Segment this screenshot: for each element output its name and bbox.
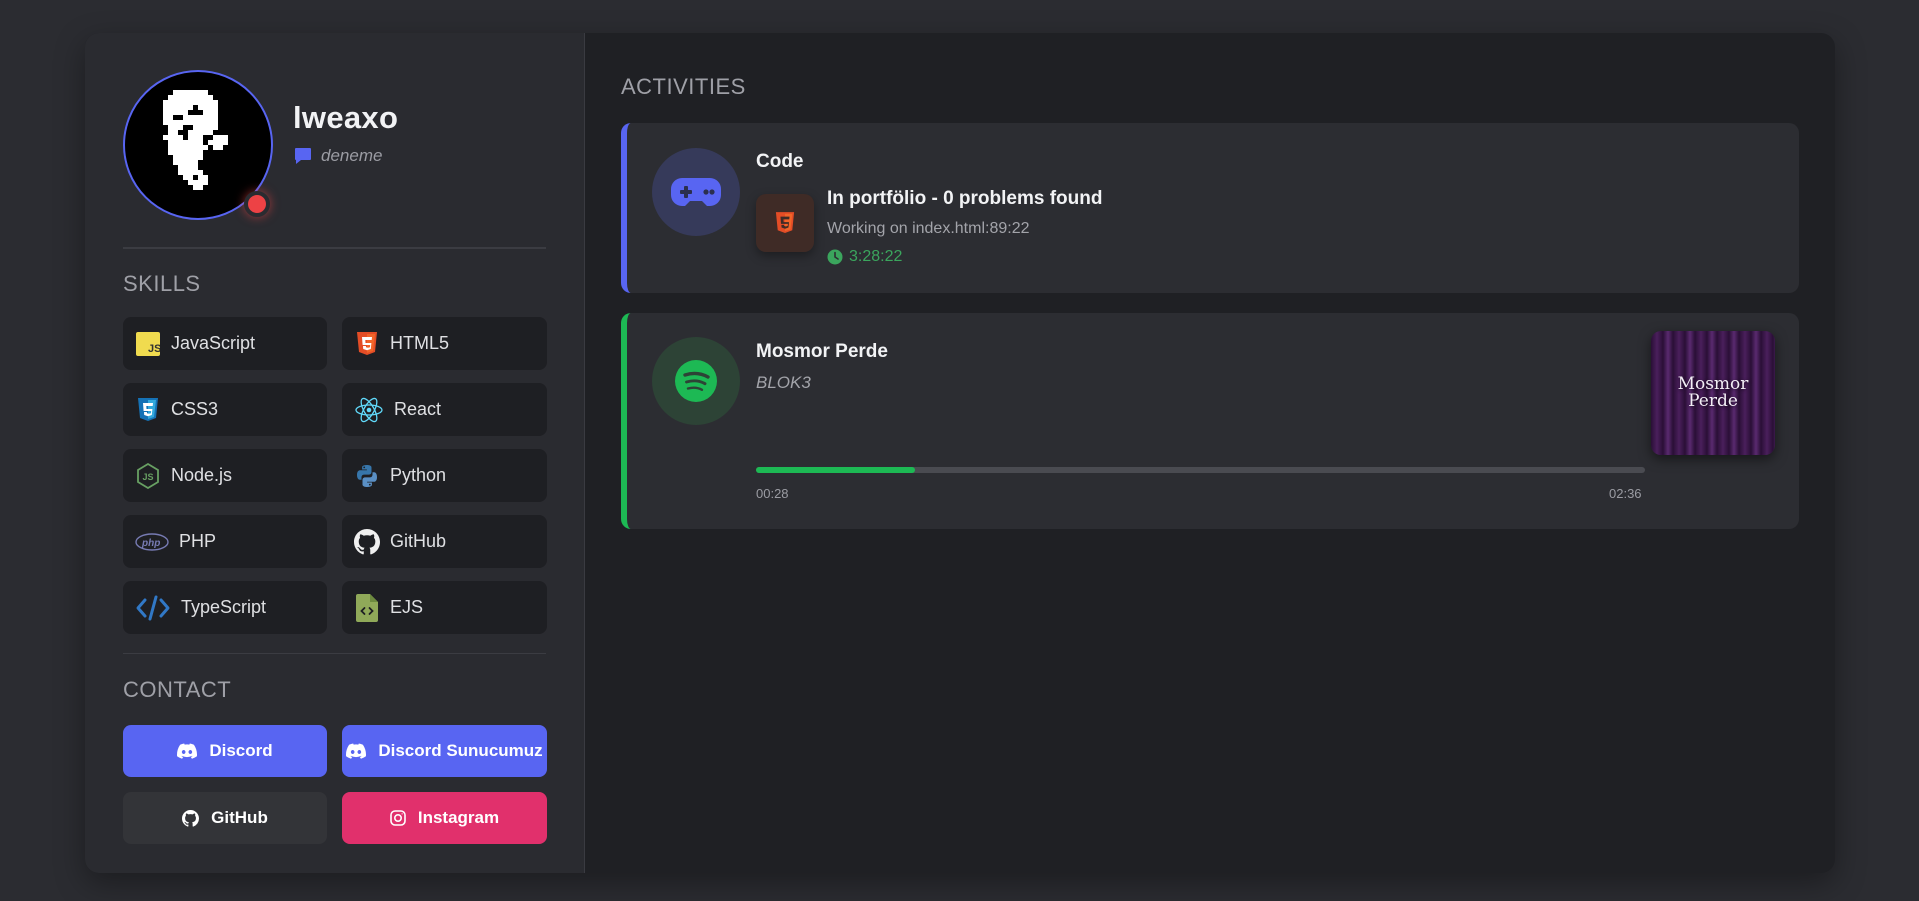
activity-state-text: Working on index.html:89:22 (827, 220, 1030, 237)
skill-react[interactable]: React (342, 383, 547, 436)
discord-icon (177, 743, 198, 759)
status-dnd-indicator (244, 191, 270, 217)
elapsed-time-text: 3:28:22 (849, 248, 903, 265)
python-icon (353, 462, 381, 490)
skill-php[interactable]: php PHP (123, 515, 327, 568)
skill-nodejs[interactable]: JS Node.js (123, 449, 327, 502)
html5-icon (353, 330, 381, 358)
activities-title: ACTIVITIES (621, 74, 746, 99)
contact-label: Discord (209, 741, 273, 760)
skill-label: JavaScript (171, 333, 256, 353)
elapsed-time: 3:28:22 (827, 248, 1102, 266)
activity-name: Code (756, 151, 804, 172)
progress-fill (756, 467, 916, 473)
progress-bar[interactable] (756, 467, 1645, 473)
skill-css3[interactable]: CSS3 (123, 383, 327, 436)
activity-details: In portfölio - 0 problems found Working … (827, 188, 1102, 266)
profile-info: lweaxo deneme (293, 100, 398, 166)
skill-python[interactable]: Python (342, 449, 547, 502)
javascript-icon: JS (134, 330, 162, 358)
css3-icon (134, 396, 162, 424)
discord-server-button[interactable]: Discord Sunucumuz (342, 725, 547, 777)
skill-label: React (394, 399, 442, 419)
spotify-icon (652, 337, 740, 425)
skills-grid: JS JavaScript HTML5 CSS3 React JS Node.j… (123, 317, 547, 634)
total-time: 02:36 (1609, 486, 1642, 501)
contact-title: CONTACT (123, 677, 232, 702)
album-art-text-line: Perde (1688, 391, 1738, 411)
divider (123, 247, 546, 249)
album-art[interactable]: Mosmor Perde (1651, 331, 1775, 455)
skill-label: EJS (390, 597, 424, 617)
divider (123, 653, 546, 654)
custom-status-text: deneme (321, 146, 383, 165)
skill-label: Python (390, 465, 447, 485)
skill-label: GitHub (390, 531, 447, 551)
activity-details-text: In portfölio - 0 problems found (827, 188, 1103, 209)
html5-icon (756, 194, 814, 252)
artist-name: BLOK3 (756, 373, 811, 392)
username: lweaxo (293, 100, 399, 135)
skill-github[interactable]: GitHub (342, 515, 547, 568)
chat-bubble-icon (295, 148, 311, 164)
file-code-icon (353, 593, 381, 622)
github-icon (353, 528, 381, 556)
profile-header: lweaxo deneme (123, 70, 546, 220)
contact-label: GitHub (211, 808, 268, 827)
gamepad-icon (652, 148, 740, 236)
album-art-text: Mosmor Perde (1678, 376, 1749, 410)
github-button[interactable]: GitHub (123, 792, 327, 844)
custom-status: deneme (293, 146, 398, 166)
skill-label: PHP (179, 531, 217, 551)
instagram-icon (390, 810, 406, 826)
contacts-grid: Discord Discord Sunucumuz GitHub Instagr… (123, 725, 547, 844)
skills-title: SKILLS (123, 271, 201, 296)
svg-text:JS: JS (148, 343, 160, 355)
svg-text:JS: JS (143, 472, 154, 482)
react-icon (353, 396, 385, 424)
skill-ejs[interactable]: EJS (342, 581, 547, 634)
song-title: Mosmor Perde (756, 341, 888, 362)
code-icon (134, 594, 172, 622)
skill-javascript[interactable]: JS JavaScript (123, 317, 327, 370)
skill-label: Node.js (171, 465, 233, 485)
discord-button[interactable]: Discord (123, 725, 327, 777)
activity-spotify-card[interactable]: Mosmor Perde BLOK3 Mosmor Perde 00:28 02… (621, 313, 1799, 529)
php-icon: php (134, 528, 170, 556)
contact-label: Instagram (417, 808, 500, 827)
skill-label: TypeScript (181, 597, 267, 617)
avatar-wrapper (123, 70, 273, 220)
skill-typescript[interactable]: TypeScript (123, 581, 327, 634)
skill-html5[interactable]: HTML5 (342, 317, 547, 370)
activities-panel: ACTIVITIES Code In portfölio - 0 problem… (585, 33, 1835, 873)
pixel-skull-icon (163, 90, 228, 190)
github-icon (182, 809, 200, 827)
contact-label: Discord Sunucumuz (378, 741, 543, 760)
instagram-button[interactable]: Instagram (342, 792, 547, 844)
profile-card: lweaxo deneme SKILLS JS JavaScript HTML5… (85, 33, 1835, 873)
svg-text:php: php (141, 538, 160, 549)
activity-code-card[interactable]: Code In portfölio - 0 problems found Wor… (621, 123, 1799, 293)
discord-icon (346, 743, 367, 759)
skill-label: HTML5 (390, 333, 450, 353)
left-panel: lweaxo deneme SKILLS JS JavaScript HTML5… (85, 33, 585, 873)
clock-icon (827, 249, 843, 265)
nodejs-icon: JS (134, 462, 162, 490)
current-time: 00:28 (756, 486, 789, 501)
skill-label: CSS3 (171, 399, 219, 419)
